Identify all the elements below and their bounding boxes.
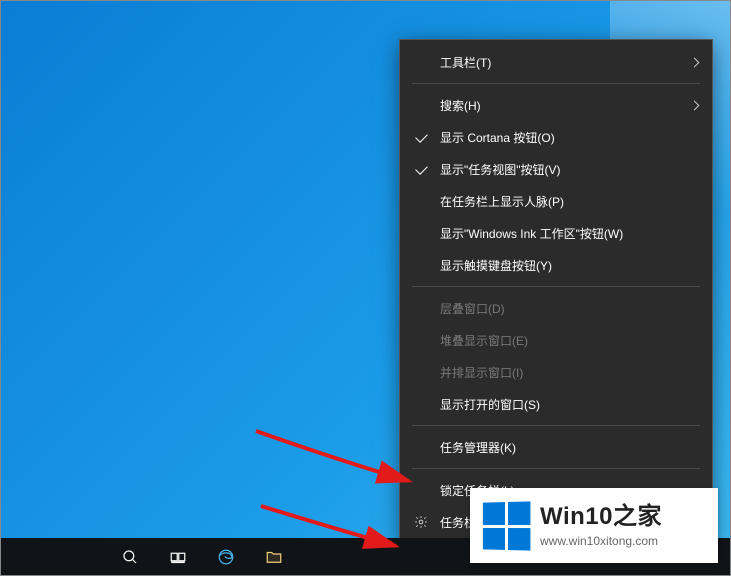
check-icon	[414, 135, 440, 140]
watermark: Win10之家 www.win10xitong.com	[470, 488, 718, 563]
menu-separator	[412, 425, 700, 426]
menu-label: 任务管理器(K)	[440, 439, 682, 456]
menu-label: 显示打开的窗口(S)	[440, 396, 682, 413]
windows-logo-icon	[483, 501, 531, 550]
menu-show-open-windows[interactable]: 显示打开的窗口(S)	[400, 388, 712, 420]
watermark-url: www.win10xitong.com	[540, 534, 662, 548]
watermark-title: Win10之家	[540, 503, 662, 532]
file-explorer-icon[interactable]	[250, 538, 298, 575]
menu-label: 显示"Windows Ink 工作区"按钮(W)	[440, 225, 682, 242]
menu-label: 显示触摸键盘按钮(Y)	[440, 257, 682, 274]
taskbar-context-menu: 工具栏(T) 搜索(H) 显示 Cortana 按钮(O) 显示"任务视图"按钮…	[400, 40, 712, 544]
menu-sidebyside: 并排显示窗口(I)	[400, 356, 712, 388]
edge-icon[interactable]	[202, 538, 250, 575]
annotation-arrow	[251, 426, 421, 511]
menu-show-ink[interactable]: 显示"Windows Ink 工作区"按钮(W)	[400, 217, 712, 249]
menu-label: 堆叠显示窗口(E)	[440, 332, 682, 349]
menu-label: 在任务栏上显示人脉(P)	[440, 193, 682, 210]
menu-separator	[412, 468, 700, 469]
menu-show-people[interactable]: 在任务栏上显示人脉(P)	[400, 185, 712, 217]
menu-toolbars[interactable]: 工具栏(T)	[400, 46, 712, 78]
menu-label: 显示 Cortana 按钮(O)	[440, 129, 682, 146]
menu-label: 层叠窗口(D)	[440, 300, 682, 317]
check-icon	[414, 167, 440, 172]
desktop[interactable]: 工具栏(T) 搜索(H) 显示 Cortana 按钮(O) 显示"任务视图"按钮…	[0, 0, 731, 576]
search-icon[interactable]	[106, 538, 154, 575]
submenu-arrow-icon	[682, 59, 698, 66]
menu-separator	[412, 286, 700, 287]
gear-icon	[414, 515, 440, 529]
menu-label: 并排显示窗口(I)	[440, 364, 682, 381]
menu-stacked: 堆叠显示窗口(E)	[400, 324, 712, 356]
menu-label: 显示"任务视图"按钮(V)	[440, 161, 682, 178]
menu-separator	[412, 83, 700, 84]
menu-show-touchkb[interactable]: 显示触摸键盘按钮(Y)	[400, 249, 712, 281]
menu-search[interactable]: 搜索(H)	[400, 89, 712, 121]
menu-cascade: 层叠窗口(D)	[400, 292, 712, 324]
menu-task-manager[interactable]: 任务管理器(K)	[400, 431, 712, 463]
task-view-icon[interactable]	[154, 538, 202, 575]
submenu-arrow-icon	[682, 102, 698, 109]
menu-show-taskview[interactable]: 显示"任务视图"按钮(V)	[400, 153, 712, 185]
menu-label: 搜索(H)	[440, 97, 682, 114]
menu-label: 工具栏(T)	[440, 54, 682, 71]
menu-show-cortana[interactable]: 显示 Cortana 按钮(O)	[400, 121, 712, 153]
